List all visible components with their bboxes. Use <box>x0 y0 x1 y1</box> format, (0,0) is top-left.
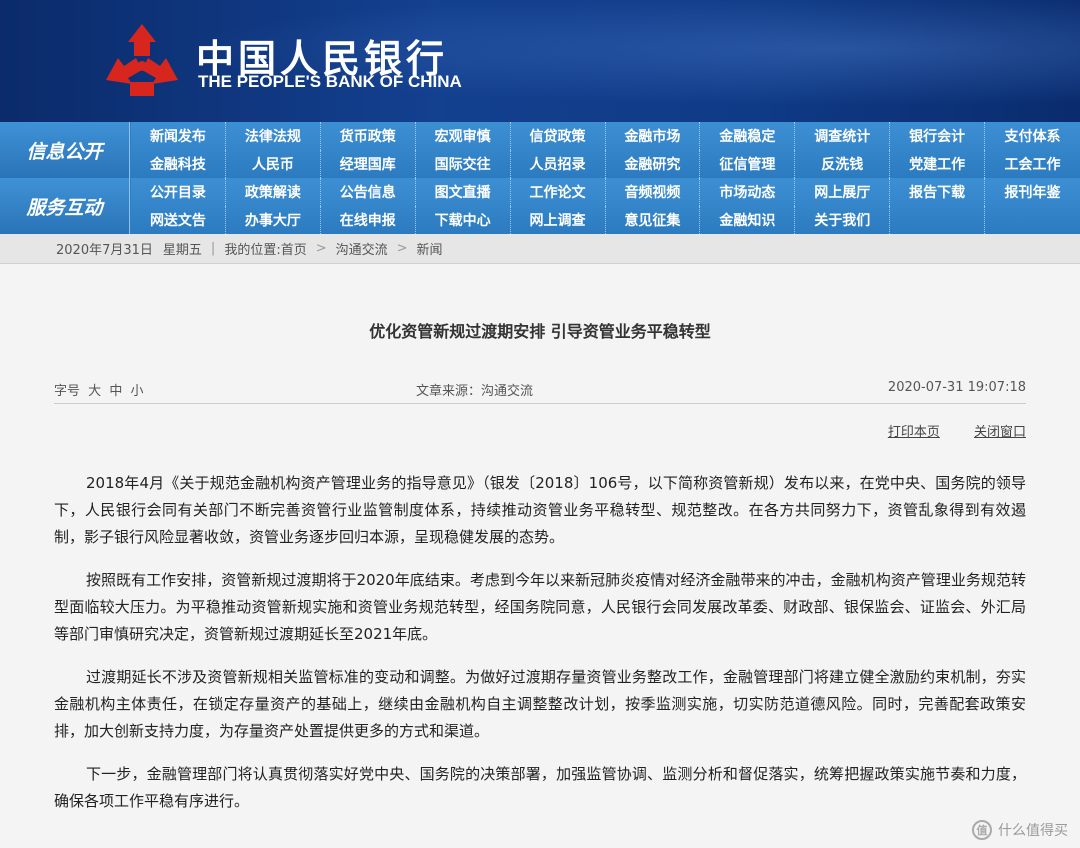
nav-section-label: 服务互动 <box>0 178 130 234</box>
article-actions: 打印本页 关闭窗口 <box>858 421 1026 440</box>
nav-item[interactable]: 经理国库 <box>321 150 416 178</box>
nav-item[interactable]: 新闻发布 <box>131 122 226 150</box>
nav-item[interactable]: 征信管理 <box>700 150 796 178</box>
nav-item[interactable]: 网上调查 <box>511 206 606 234</box>
nav-grid: 新闻发布 法律法规 货币政策 宏观审慎 信贷政策 金融市场 金融稳定 调查统计 银行会计 支付体系… <box>131 122 1080 178</box>
nav-item[interactable]: 意见征集 <box>606 206 701 234</box>
nav-item[interactable]: 银行会计 <box>890 122 986 150</box>
breadcrumb-news-link[interactable]: 新闻 <box>417 239 443 258</box>
nav-item[interactable]: 金融市场 <box>606 122 701 150</box>
article-source: 文章来源：沟通交流 <box>416 384 534 399</box>
nav-item[interactable]: 金融知识 <box>700 206 796 234</box>
nav-item[interactable]: 下载中心 <box>416 206 511 234</box>
article-datetime: 2020-07-31 19:07:18 <box>887 380 1026 395</box>
nav-info-disclosure: 信息公开 新闻发布 法律法规 货币政策 宏观审慎 信贷政策 金融市场 金融稳定 调查统计 银行会… <box>0 122 1080 178</box>
font-size-large-button[interactable]: 大 <box>88 384 101 399</box>
close-window-link[interactable]: 关闭窗口 <box>974 425 1026 440</box>
nav-item[interactable]: 金融科技 <box>131 150 226 178</box>
breadcrumb: 2020年7月31日 星期五 | 我的位置: 首页 > 沟通交流 > 新闻 <box>0 234 1080 264</box>
nav-item[interactable]: 金融研究 <box>606 150 701 178</box>
font-size-small-button[interactable]: 小 <box>130 384 143 399</box>
nav-item[interactable]: 工作论文 <box>511 178 606 206</box>
nav-grid: 公开目录 政策解读 公告信息 图文直播 工作论文 音频视频 市场动态 网上展厅 报告下载 报刊年鉴… <box>131 178 1080 234</box>
nav-item[interactable]: 关于我们 <box>795 206 891 234</box>
nav-item[interactable]: 网上展厅 <box>795 178 891 206</box>
font-size-label: 字号 <box>54 384 81 399</box>
nav-item[interactable]: 信贷政策 <box>511 122 606 150</box>
site-header-banner: 中国人民银行 THE PEOPLE'S BANK OF CHINA <box>0 0 1080 122</box>
nav-item[interactable]: 在线申报 <box>321 206 416 234</box>
article-paragraph: 按照既有工作安排，资管新规过渡期将于2020年底结束。考虑到今年以来新冠肺炎疫情… <box>54 571 1026 643</box>
article-paragraph: 过渡期延长不涉及资管新规相关监管标准的变动和调整。为做好过渡期存量资管业务整改工… <box>54 668 1026 740</box>
watermark: 值 什么值得买 <box>972 820 1068 840</box>
article-meta: 字号 大 中 小 文章来源：沟通交流 2020-07-31 19:07:18 <box>54 374 1026 404</box>
chevron-right-icon: > <box>315 241 327 256</box>
current-date: 2020年7月31日 <box>56 243 153 258</box>
nav-item[interactable]: 金融稳定 <box>700 122 796 150</box>
article-paragraph: 下一步，金融管理部门将认真贯彻落实好党中央、国务院的决策部署，加强监管协调、监测… <box>54 765 1026 810</box>
nav-item[interactable]: 公告信息 <box>321 178 416 206</box>
breadcrumb-home-link[interactable]: 首页 <box>281 239 307 258</box>
nav-item[interactable]: 工会工作 <box>985 150 1080 178</box>
nav-item[interactable]: 人民币 <box>226 150 321 178</box>
nav-item[interactable]: 人员招录 <box>511 150 606 178</box>
article-paragraph: 2018年4月《关于规范金融机构资产管理业务的指导意见》（银发〔2018〕106… <box>54 474 1026 546</box>
site-logo-english: THE PEOPLE'S BANK OF CHINA <box>198 72 462 91</box>
breadcrumb-communication-link[interactable]: 沟通交流 <box>336 239 388 258</box>
nav-item[interactable]: 宏观审慎 <box>416 122 511 150</box>
nav-item[interactable]: 货币政策 <box>321 122 416 150</box>
watermark-icon: 值 <box>972 820 992 840</box>
watermark-text: 什么值得买 <box>998 823 1068 839</box>
article: 优化资管新规过渡期安排 引导资管业务平稳转型 字号 大 中 小 文章来源：沟通交… <box>0 282 1080 848</box>
separator: | <box>210 241 216 256</box>
nav-item[interactable]: 政策解读 <box>226 178 321 206</box>
nav-item <box>890 206 986 234</box>
location-label: 我的位置: <box>224 243 281 258</box>
nav-item[interactable]: 法律法规 <box>226 122 321 150</box>
article-title: 优化资管新规过渡期安排 引导资管业务平稳转型 <box>369 322 711 341</box>
nav-item[interactable]: 网送文告 <box>131 206 226 234</box>
chevron-right-icon: > <box>396 241 408 256</box>
nav-item[interactable]: 党建工作 <box>890 150 986 178</box>
print-page-link[interactable]: 打印本页 <box>888 425 940 440</box>
pboc-logo-icon <box>106 24 178 96</box>
nav-service-interaction: 服务互动 公开目录 政策解读 公告信息 图文直播 工作论文 音频视频 市场动态 网上展厅 报告下… <box>0 178 1080 234</box>
nav-item[interactable]: 公开目录 <box>131 178 226 206</box>
nav-item[interactable]: 音频视频 <box>606 178 701 206</box>
current-weekday: 星期五 <box>162 243 202 258</box>
nav-item[interactable]: 支付体系 <box>985 122 1080 150</box>
nav-item[interactable]: 图文直播 <box>416 178 511 206</box>
nav-item[interactable]: 国际交往 <box>416 150 511 178</box>
font-size-control: 字号 大 中 小 <box>54 380 143 399</box>
nav-section-label: 信息公开 <box>0 122 130 178</box>
nav-item[interactable]: 报告下载 <box>890 178 986 206</box>
nav-item[interactable]: 调查统计 <box>795 122 891 150</box>
article-body: 2018年4月《关于规范金融机构资产管理业务的指导意见》（银发〔2018〕106… <box>54 470 1026 831</box>
font-size-medium-button[interactable]: 中 <box>109 384 122 399</box>
nav-item[interactable]: 办事大厅 <box>226 206 321 234</box>
nav-item[interactable]: 反洗钱 <box>795 150 891 178</box>
nav-item <box>985 206 1080 234</box>
nav-item[interactable]: 市场动态 <box>700 178 796 206</box>
nav-item[interactable]: 报刊年鉴 <box>985 178 1080 206</box>
